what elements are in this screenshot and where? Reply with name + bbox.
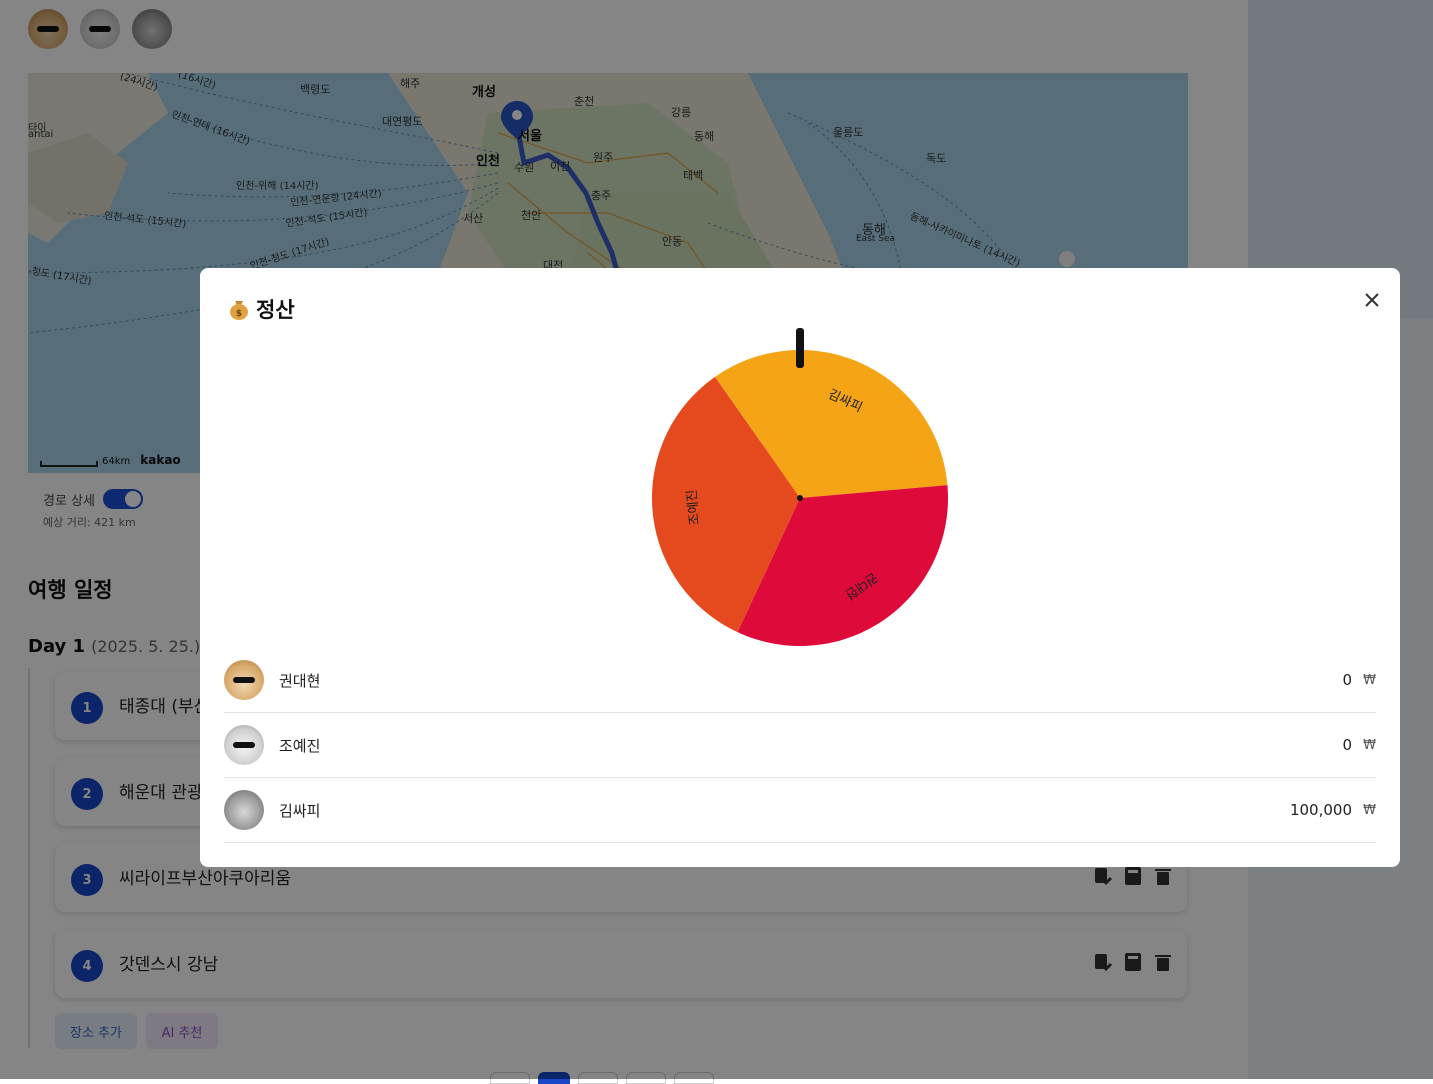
wheel-center-dot — [797, 495, 803, 501]
settlement-amount: 0 — [1342, 736, 1352, 754]
settlement-row: 조예진 0 ₩ — [224, 713, 1376, 778]
avatar — [224, 660, 264, 700]
member-name: 김싸피 — [279, 801, 321, 820]
wheel-pointer — [796, 328, 804, 368]
settlement-list: 권대현 0 ₩ 조예진 0 ₩ 김싸피 100,000 ₩ — [224, 648, 1376, 843]
settlement-modal: $ 정산 김싸피 권대현 조예진 권대현 0 ₩ 조예진 0 ₩ 김싸피 100,0… — [200, 268, 1400, 867]
sunglasses-icon — [233, 742, 255, 748]
settlement-row: 권대현 0 ₩ — [224, 648, 1376, 713]
currency-symbol: ₩ — [1363, 802, 1376, 818]
modal-title: $ 정산 — [228, 294, 295, 324]
money-bag-icon: $ — [228, 298, 250, 320]
currency-symbol: ₩ — [1363, 672, 1376, 688]
settlement-amount: 100,000 — [1289, 801, 1352, 819]
roulette-wheel[interactable]: 김싸피권대현조예진 — [648, 326, 952, 650]
settlement-row: 김싸피 100,000 ₩ — [224, 778, 1376, 843]
member-name: 조예진 — [279, 736, 321, 755]
member-name: 권대현 — [279, 671, 321, 690]
settlement-amount: 0 — [1342, 671, 1352, 689]
modal-title-text: 정산 — [256, 298, 295, 322]
wheel-segment-label: 조예진 — [685, 489, 703, 526]
currency-symbol: ₩ — [1363, 737, 1376, 753]
avatar — [224, 725, 264, 765]
sunglasses-icon — [233, 677, 255, 683]
svg-text:$: $ — [236, 309, 242, 319]
avatar — [224, 790, 264, 830]
close-icon[interactable] — [1358, 286, 1386, 314]
